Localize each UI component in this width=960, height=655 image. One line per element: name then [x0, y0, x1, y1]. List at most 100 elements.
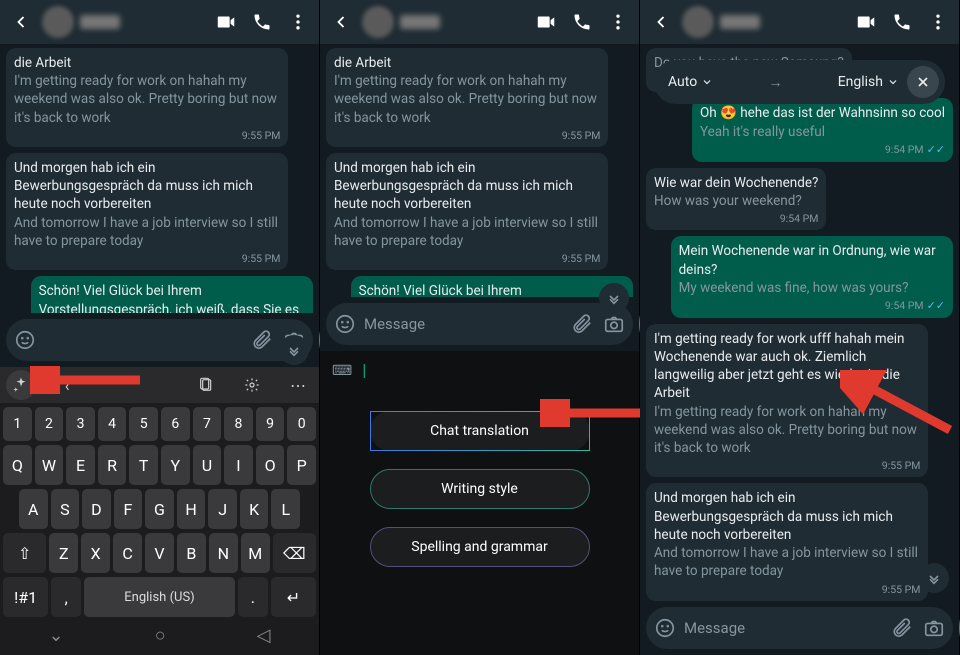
- key[interactable]: 1: [3, 407, 32, 441]
- message-bubble[interactable]: Schön! Viel Glück bei Ihrem Vorstellungs…: [351, 276, 633, 296]
- avatar[interactable]: [42, 6, 74, 38]
- key[interactable]: O: [256, 445, 285, 485]
- close-icon[interactable]: [907, 66, 939, 98]
- key[interactable]: I: [224, 445, 253, 485]
- key[interactable]: 4: [98, 407, 127, 441]
- camera-icon[interactable]: [921, 615, 947, 641]
- key[interactable]: H: [177, 489, 206, 529]
- spacebar[interactable]: English (US): [84, 577, 235, 617]
- voice-call-icon[interactable]: [247, 7, 277, 37]
- contact-name[interactable]: [80, 15, 120, 29]
- key[interactable]: B: [177, 533, 206, 573]
- key[interactable]: N: [209, 533, 238, 573]
- translate-to[interactable]: English: [838, 74, 899, 90]
- symbols-key[interactable]: !#1: [3, 577, 48, 617]
- message-bubble[interactable]: die ArbeitI'm getting ready for work on …: [6, 48, 288, 147]
- camera-icon[interactable]: [601, 311, 627, 337]
- key[interactable]: R: [98, 445, 127, 485]
- contact-name[interactable]: [720, 15, 760, 29]
- chevron-left-icon[interactable]: ‹: [52, 370, 82, 400]
- attach-icon[interactable]: [569, 311, 595, 337]
- key[interactable]: K: [240, 489, 269, 529]
- keyboard-collapse-hint[interactable]: ⌨|: [332, 361, 366, 381]
- message-bubble[interactable]: Wie war dein Wochenende?How was your wee…: [646, 168, 826, 231]
- scroll-to-bottom[interactable]: [919, 563, 949, 593]
- key[interactable]: W: [35, 445, 64, 485]
- more-horiz-icon[interactable]: ⋯: [283, 370, 313, 400]
- scroll-to-bottom[interactable]: [599, 283, 629, 313]
- more-icon[interactable]: [923, 7, 953, 37]
- key[interactable]: Q: [3, 445, 32, 485]
- key[interactable]: L: [271, 489, 300, 529]
- option-spelling-grammar[interactable]: Spelling and grammar: [370, 527, 590, 567]
- comma-key[interactable]: ,: [51, 577, 81, 617]
- key[interactable]: U: [193, 445, 222, 485]
- message-bubble[interactable]: die ArbeitI'm getting ready for work on …: [326, 48, 608, 147]
- key[interactable]: F: [114, 489, 143, 529]
- message-bubble[interactable]: Und morgen hab ich ein Bewerbungsgespräc…: [326, 153, 608, 270]
- key[interactable]: 0: [287, 407, 316, 441]
- avatar[interactable]: [362, 6, 394, 38]
- message-bubble[interactable]: I'm getting ready for work ufff hahah me…: [646, 324, 928, 478]
- key[interactable]: 6: [161, 407, 190, 441]
- video-call-icon[interactable]: [531, 7, 561, 37]
- key[interactable]: G: [145, 489, 174, 529]
- key[interactable]: S: [51, 489, 80, 529]
- message-bubble[interactable]: Und morgen hab ich ein Bewerbungsgespräc…: [646, 483, 928, 600]
- more-icon[interactable]: [603, 7, 633, 37]
- key[interactable]: Y: [161, 445, 190, 485]
- message-input[interactable]: [44, 331, 243, 349]
- key[interactable]: M: [241, 533, 270, 573]
- enter-key[interactable]: ↵: [271, 577, 316, 617]
- key[interactable]: C: [113, 533, 142, 573]
- ai-assist-icon[interactable]: [6, 370, 36, 400]
- key[interactable]: 3: [66, 407, 95, 441]
- message-input[interactable]: [364, 315, 563, 333]
- key[interactable]: 7: [193, 407, 222, 441]
- back-icon[interactable]: [6, 7, 36, 37]
- message-input[interactable]: [684, 619, 883, 637]
- message-bubble[interactable]: Schön! Viel Glück bei Ihrem Vorstellungs…: [31, 276, 313, 313]
- attach-icon[interactable]: [249, 327, 275, 353]
- emoji-icon[interactable]: [652, 615, 678, 641]
- key[interactable]: P: [287, 445, 316, 485]
- key[interactable]: A: [19, 489, 48, 529]
- message-bubble[interactable]: Und morgen hab ich ein Bewerbungsgespräc…: [6, 153, 288, 270]
- voice-call-icon[interactable]: [887, 7, 917, 37]
- more-icon[interactable]: [283, 7, 313, 37]
- key[interactable]: 8: [224, 407, 253, 441]
- key[interactable]: X: [81, 533, 110, 573]
- option-writing-style[interactable]: Writing style: [370, 469, 590, 509]
- back-nav-icon[interactable]: ◁: [257, 625, 271, 646]
- back-icon[interactable]: [326, 7, 356, 37]
- home-icon[interactable]: ○: [155, 625, 166, 646]
- key[interactable]: 2: [35, 407, 64, 441]
- key[interactable]: 5: [129, 407, 158, 441]
- key[interactable]: J: [208, 489, 237, 529]
- video-call-icon[interactable]: [851, 7, 881, 37]
- message-bubble[interactable]: Oh 😍 hehe das ist der Wahnsinn so coolYe…: [692, 98, 953, 161]
- option-chat-translation[interactable]: Chat translation: [370, 411, 590, 451]
- message-bubble[interactable]: Mein Wochenende war in Ordnung, wie war …: [671, 236, 953, 318]
- key[interactable]: E: [66, 445, 95, 485]
- key[interactable]: D: [82, 489, 111, 529]
- emoji-icon[interactable]: [12, 327, 38, 353]
- avatar[interactable]: [682, 6, 714, 38]
- gear-icon[interactable]: [237, 370, 267, 400]
- contact-name[interactable]: [400, 15, 440, 29]
- shift-key[interactable]: ⇧: [3, 533, 46, 573]
- key[interactable]: Z: [49, 533, 78, 573]
- scroll-to-bottom[interactable]: [279, 335, 309, 365]
- translate-from[interactable]: Auto: [668, 74, 713, 90]
- clipboard-icon[interactable]: [191, 370, 221, 400]
- key[interactable]: 9: [256, 407, 285, 441]
- key[interactable]: V: [145, 533, 174, 573]
- emoji-icon[interactable]: [332, 311, 358, 337]
- attach-icon[interactable]: [889, 615, 915, 641]
- keyboard-hide-icon[interactable]: ⌄: [49, 625, 64, 646]
- back-icon[interactable]: [646, 7, 676, 37]
- voice-call-icon[interactable]: [567, 7, 597, 37]
- video-call-icon[interactable]: [211, 7, 241, 37]
- backspace-key[interactable]: ⌫: [273, 533, 316, 573]
- key[interactable]: T: [129, 445, 158, 485]
